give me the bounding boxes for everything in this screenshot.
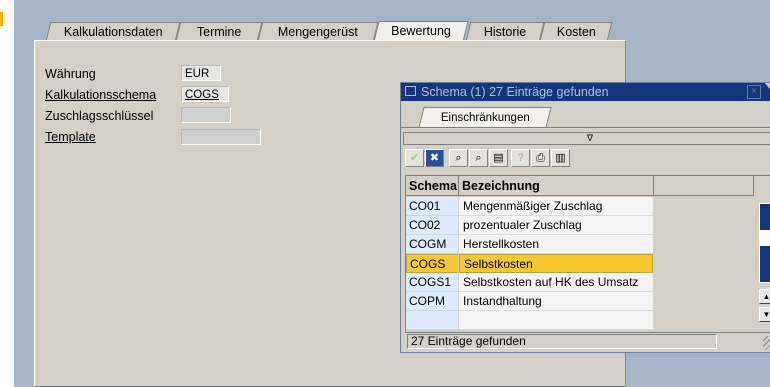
zuschlagsschluessel-field[interactable]	[181, 107, 231, 123]
bezeichnung-cell: Instandhaltung	[459, 292, 653, 311]
bezeichnung-cell	[459, 311, 653, 330]
results-table: Schema Bezeichnung CO01 Mengenmäßiger Zu…	[405, 175, 770, 333]
tab-einschraenkungen[interactable]: Einschränkungen	[418, 107, 552, 128]
filter-toggle[interactable]: ∇	[403, 132, 770, 145]
dialog-title: Schema (1) 27 Einträge gefunden	[421, 85, 609, 99]
window-icon	[405, 86, 416, 96]
kalkulationsschema-label[interactable]: Kalkulationsschema	[45, 88, 156, 102]
bezeichnung-cell: Selbstkosten	[459, 254, 653, 273]
left-edge	[0, 0, 3, 387]
scrollbar-thumb[interactable]	[760, 230, 770, 246]
tab-label: Kalkulationsdaten	[63, 25, 163, 39]
bezeichnung-cell: prozentualer Zuschlag	[459, 216, 653, 235]
scroll-down-icon[interactable]: ▼	[759, 307, 770, 322]
tab-label: Kosten	[556, 25, 596, 39]
find-icon[interactable]: ⌕	[449, 149, 468, 167]
schema-cell: CO02	[406, 216, 458, 235]
tab-mengengeruest[interactable]: Mengengerüst	[257, 22, 379, 41]
tab-label: Bewertung	[391, 24, 451, 38]
tab-historie[interactable]: Historie	[465, 22, 545, 41]
tab-kalkulationsdaten[interactable]: Kalkulationsdaten	[45, 22, 181, 41]
tab-label: Historie	[483, 25, 527, 39]
zuschlagsschluessel-label: Zuschlagsschlüssel	[45, 109, 154, 123]
help-icon[interactable]: ?	[511, 149, 530, 167]
print-icon[interactable]: ⎙	[531, 149, 550, 167]
status-text: 27 Einträge gefunden	[407, 334, 717, 349]
column-header-bezeichnung[interactable]: Bezeichnung	[459, 176, 654, 196]
template-field[interactable]	[181, 129, 261, 145]
kalkulationsschema-field[interactable]: COGS	[181, 86, 229, 102]
schema-dialog: Schema (1) 27 Einträge gefunden × Einsch…	[400, 82, 770, 353]
column-header-empty	[654, 176, 754, 196]
subtab-label: Einschränkungen	[440, 112, 530, 124]
tab-kosten[interactable]: Kosten	[539, 22, 613, 41]
title-corner	[765, 83, 770, 101]
schema-cell	[406, 311, 458, 330]
list-icon[interactable]: ▥	[551, 149, 570, 167]
schema-cell: CO01	[406, 197, 458, 216]
tab-termine[interactable]: Termine	[175, 22, 263, 41]
checkmark-icon[interactable]: ✔	[405, 149, 424, 167]
column-header-schema[interactable]: Schema	[406, 176, 459, 196]
subtab-divider	[401, 127, 770, 128]
cancel-icon[interactable]: ✖	[425, 149, 444, 167]
filter-arrow-icon: ∇	[586, 133, 594, 143]
bezeichnung-cell: Mengenmäßiger Zuschlag	[459, 197, 653, 216]
schema-cell: COGS1	[406, 273, 458, 292]
bezeichnung-cell: Herstellkosten	[459, 235, 653, 254]
tab-bewertung[interactable]: Bewertung	[373, 21, 469, 42]
dialog-status-bar: 27 Einträge gefunden	[405, 334, 770, 350]
schema-cell: COGM	[406, 235, 458, 254]
tab-label: Mengengerüst	[277, 25, 358, 39]
scroll-up-icon[interactable]: ▲	[759, 289, 770, 304]
vertical-scrollbar[interactable]: ▲ ▼	[757, 197, 770, 330]
schema-cell: COPM	[406, 292, 458, 311]
schema-cell: COGS	[406, 254, 458, 273]
find-next-icon[interactable]: ⌕	[469, 149, 488, 167]
tab-label: Termine	[196, 25, 242, 39]
dialog-title-bar[interactable]: Schema (1) 27 Einträge gefunden ×	[401, 83, 770, 101]
main-frame: Kalkulationsdaten Termine Mengengerüst B…	[14, 0, 770, 387]
waehrung-label: Währung	[45, 67, 96, 81]
waehrung-field[interactable]: EUR	[181, 65, 221, 81]
close-icon[interactable]: ×	[747, 85, 761, 99]
template-label[interactable]: Template	[45, 130, 96, 144]
resize-grip-icon[interactable]	[763, 336, 770, 350]
bezeichnung-cell: Selbstkosten auf HK des Umsatz	[459, 273, 653, 292]
focus-marker	[0, 12, 3, 26]
sort-icon[interactable]: ▤	[489, 149, 508, 167]
